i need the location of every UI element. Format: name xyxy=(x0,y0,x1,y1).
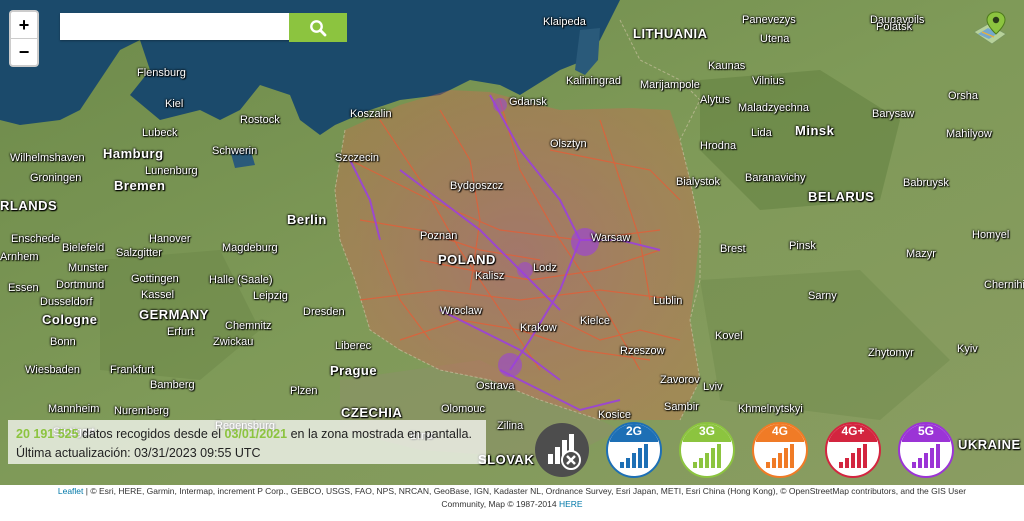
tech-label-4g: 4G xyxy=(771,424,788,438)
zoom-out-button[interactable]: − xyxy=(11,38,37,65)
locate-control[interactable] xyxy=(968,10,1012,54)
tech-filter-2g-button[interactable]: 2G xyxy=(606,422,662,478)
map-pin-icon xyxy=(973,11,1007,45)
search-button[interactable] xyxy=(289,13,347,42)
data-start-date: 03/01/2021 xyxy=(224,427,288,441)
last-updated: Última actualización: 03/31/2023 09:55 U… xyxy=(16,446,261,460)
data-summary-text-2: en la zona mostrada en pantalla. xyxy=(290,427,472,441)
search-input[interactable] xyxy=(60,13,294,40)
map-view[interactable]: Klaipeda Panevezys Daugavpils Polatsk Ut… xyxy=(0,0,1024,485)
data-summary: 20 191 525 datos recogidos desde el 03/0… xyxy=(16,427,472,441)
search-icon xyxy=(310,19,327,36)
map-attribution: Leaflet | © Esri, HERE, Garmin, Intermap… xyxy=(0,485,1024,521)
hotspot-katowice xyxy=(498,353,522,377)
tech-filter-3g-button[interactable]: 3G xyxy=(679,422,735,478)
leaflet-link[interactable]: Leaflet xyxy=(58,486,84,496)
tech-label-2g: 2G xyxy=(625,424,642,438)
tech-filter-5g-button[interactable]: 5G xyxy=(898,422,954,478)
zoom-control: + − xyxy=(9,10,39,67)
zoom-in-button[interactable]: + xyxy=(11,12,37,38)
tech-label-5g: 5G xyxy=(917,424,934,438)
here-link[interactable]: HERE xyxy=(559,499,583,509)
attribution-text-2: Community, Map © 1987-2014 xyxy=(441,499,559,509)
hotspot-lodz xyxy=(517,262,533,278)
hotspot-gdansk xyxy=(493,98,507,112)
info-panel: 20 191 525 datos recogidos desde el 03/0… xyxy=(8,420,486,464)
tech-label-3g: 3G xyxy=(698,424,715,438)
tech-filter-4gplus-button[interactable]: 4G+ xyxy=(825,422,881,478)
data-count: 20 191 525 xyxy=(16,427,79,441)
tech-label-4gplus: 4G+ xyxy=(841,424,865,438)
data-summary-text: datos recogidos desde el xyxy=(82,427,222,441)
hotspot-warsaw xyxy=(571,228,599,256)
tech-filter-4g-button[interactable]: 4G xyxy=(752,422,808,478)
tech-filter-all-button[interactable] xyxy=(534,422,590,478)
attribution-text: | © Esri, HERE, Garmin, Intermap, increm… xyxy=(83,486,967,496)
no-signal-icon xyxy=(535,423,589,477)
map-tiles xyxy=(0,0,1024,485)
